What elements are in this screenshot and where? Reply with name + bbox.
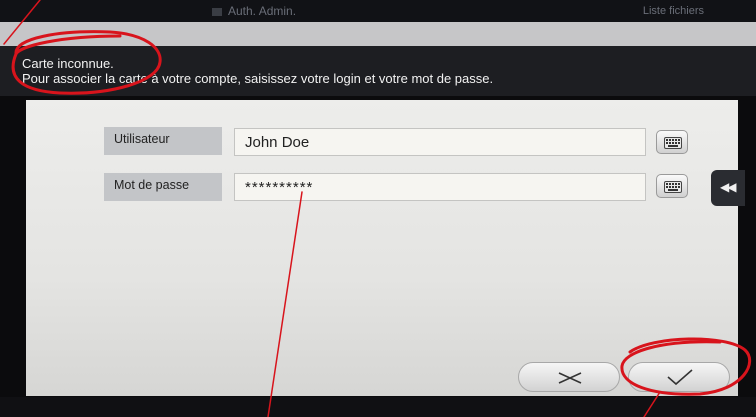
double-chevron-left-icon: ◀◀ (720, 180, 737, 194)
auth-admin-tab[interactable]: Auth. Admin. (212, 4, 296, 18)
message-banner: Carte inconnue. Pour associer la carte à… (0, 46, 756, 96)
cancel-button[interactable] (518, 362, 620, 392)
header-strip (0, 22, 756, 46)
device-screen: Auth. Admin. Liste fichiers Carte inconn… (0, 0, 756, 417)
file-list-tab[interactable]: Liste fichiers (643, 5, 704, 17)
username-label: Utilisateur (104, 127, 222, 155)
username-keyboard-button[interactable] (656, 130, 688, 154)
unknown-card-message: Carte inconnue. (22, 56, 114, 71)
bottom-bezel (0, 397, 756, 417)
login-panel: Utilisateur John Doe Mot de passe ******… (26, 100, 738, 396)
side-panel-toggle[interactable]: ◀◀ (711, 170, 745, 206)
username-field[interactable]: John Doe (234, 128, 646, 156)
instruction-message: Pour associer la carte à votre compte, s… (22, 71, 494, 86)
x-icon (558, 372, 582, 384)
keyboard-icon (664, 181, 682, 193)
keyboard-icon (664, 137, 682, 149)
password-label: Mot de passe (104, 173, 222, 201)
user-icon (212, 7, 222, 16)
check-icon (667, 369, 693, 386)
top-status-bar: Auth. Admin. Liste fichiers (0, 0, 756, 22)
password-keyboard-button[interactable] (656, 174, 688, 198)
auth-admin-label: Auth. Admin. (228, 4, 297, 18)
ok-button[interactable] (628, 362, 730, 392)
password-field[interactable]: ********** (234, 173, 646, 201)
